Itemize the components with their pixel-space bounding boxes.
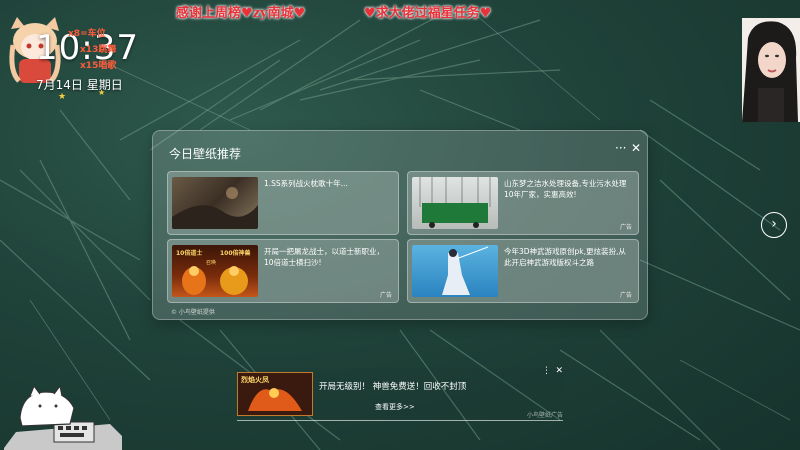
- recommend-card-4[interactable]: 今年3D神武游戏原创pk,更炫装扮,从此开启神武游戏版权斗之路 广告: [407, 239, 639, 303]
- water-truck-icon: [419, 177, 491, 228]
- card-thumbnail: [412, 177, 498, 229]
- ad-headline: 开局无级别！ 神兽免费送！回收不封顶: [319, 382, 467, 392]
- gift-badge-1: x8=车位: [68, 29, 106, 39]
- next-wallpaper-button[interactable]: ›: [761, 212, 787, 238]
- ad-more-link[interactable]: 查看更多>>: [375, 402, 415, 412]
- card-thumbnail: [172, 177, 258, 229]
- card-text: 开局一把屠龙战士，以道士新职业，10倍道士横扫沙!: [264, 247, 384, 267]
- banner-left-text: 感谢上周榜♥zy南城♥: [176, 6, 306, 21]
- card-text: 山东梦之洁水处理设备,专业污水处理10年厂家，实惠高效!: [504, 179, 627, 199]
- ad-tag: 广告: [619, 224, 632, 231]
- panel-more-button[interactable]: ···: [615, 141, 626, 155]
- banner-right-text: ♥求大佬过福星任务♥: [364, 6, 492, 21]
- desktop-date: 7月14日 星期日: [36, 78, 123, 92]
- card-text: 1.SS系列战火枕歌十年...: [264, 179, 348, 188]
- fantasy-warrior-icon: [442, 246, 489, 295]
- ad-close-button[interactable]: ✕: [555, 366, 563, 376]
- panel-footer: © 小鸟壁纸提供: [171, 309, 215, 316]
- panel-close-button[interactable]: ✕: [631, 141, 641, 155]
- ad-thumbnail: 烈焰火凤: [237, 372, 313, 416]
- streamer-face-icon: [742, 21, 798, 122]
- ad-menu-icon[interactable]: ⋮: [542, 366, 551, 376]
- wallpaper-recommend-panel: 今日壁纸推荐 ··· ✕ 1.SS系列战火枕歌十年... 山东梦之洁水处理设备,…: [152, 130, 648, 320]
- card-thumbnail: [412, 245, 498, 297]
- gift-badge-3: x15唱歌: [80, 61, 117, 71]
- thumb-caption: 召唤: [206, 260, 217, 266]
- cat-keyboard-icon: [4, 384, 122, 450]
- ad-divider: [237, 420, 563, 421]
- card-text: 今年3D神武游戏原创pk,更炫装扮,从此开启神武游戏版权斗之路: [504, 247, 626, 267]
- star-icon: ★: [58, 92, 67, 102]
- thumb-caption: 10倍道士: [176, 250, 203, 257]
- ad-tag: 广告: [379, 292, 392, 299]
- battle-scene-icon: [172, 187, 258, 229]
- gift-badge-2: x13跳舞: [80, 45, 117, 55]
- recommend-card-2[interactable]: 山东梦之洁水处理设备,专业污水处理10年厂家，实惠高效! 广告: [407, 171, 639, 235]
- recommend-card-1[interactable]: 1.SS系列战火枕歌十年...: [167, 171, 399, 235]
- bottom-ad-bar[interactable]: 烈焰火凤 开局无级别！ 神兽免费送！回收不封顶 查看更多>> ⋮ ✕ 小鸟壁纸广…: [237, 366, 563, 421]
- streamer-webcam: [742, 18, 800, 122]
- card-thumbnail: 10倍道士 100倍神兽 召唤: [172, 245, 258, 297]
- ad-tag: 广告: [619, 292, 632, 299]
- star-icon: ★: [98, 88, 106, 97]
- panel-title: 今日壁纸推荐: [169, 147, 242, 161]
- ad-thumbnail-label: 烈焰火凤: [241, 376, 269, 384]
- thumb-caption: 100倍神兽: [220, 250, 251, 257]
- recommend-card-3[interactable]: 10倍道士 100倍神兽 召唤 开局一把屠龙战士，以道士新职业，10倍道士横扫沙…: [167, 239, 399, 303]
- ad-source: 小鸟壁纸广告: [526, 412, 563, 419]
